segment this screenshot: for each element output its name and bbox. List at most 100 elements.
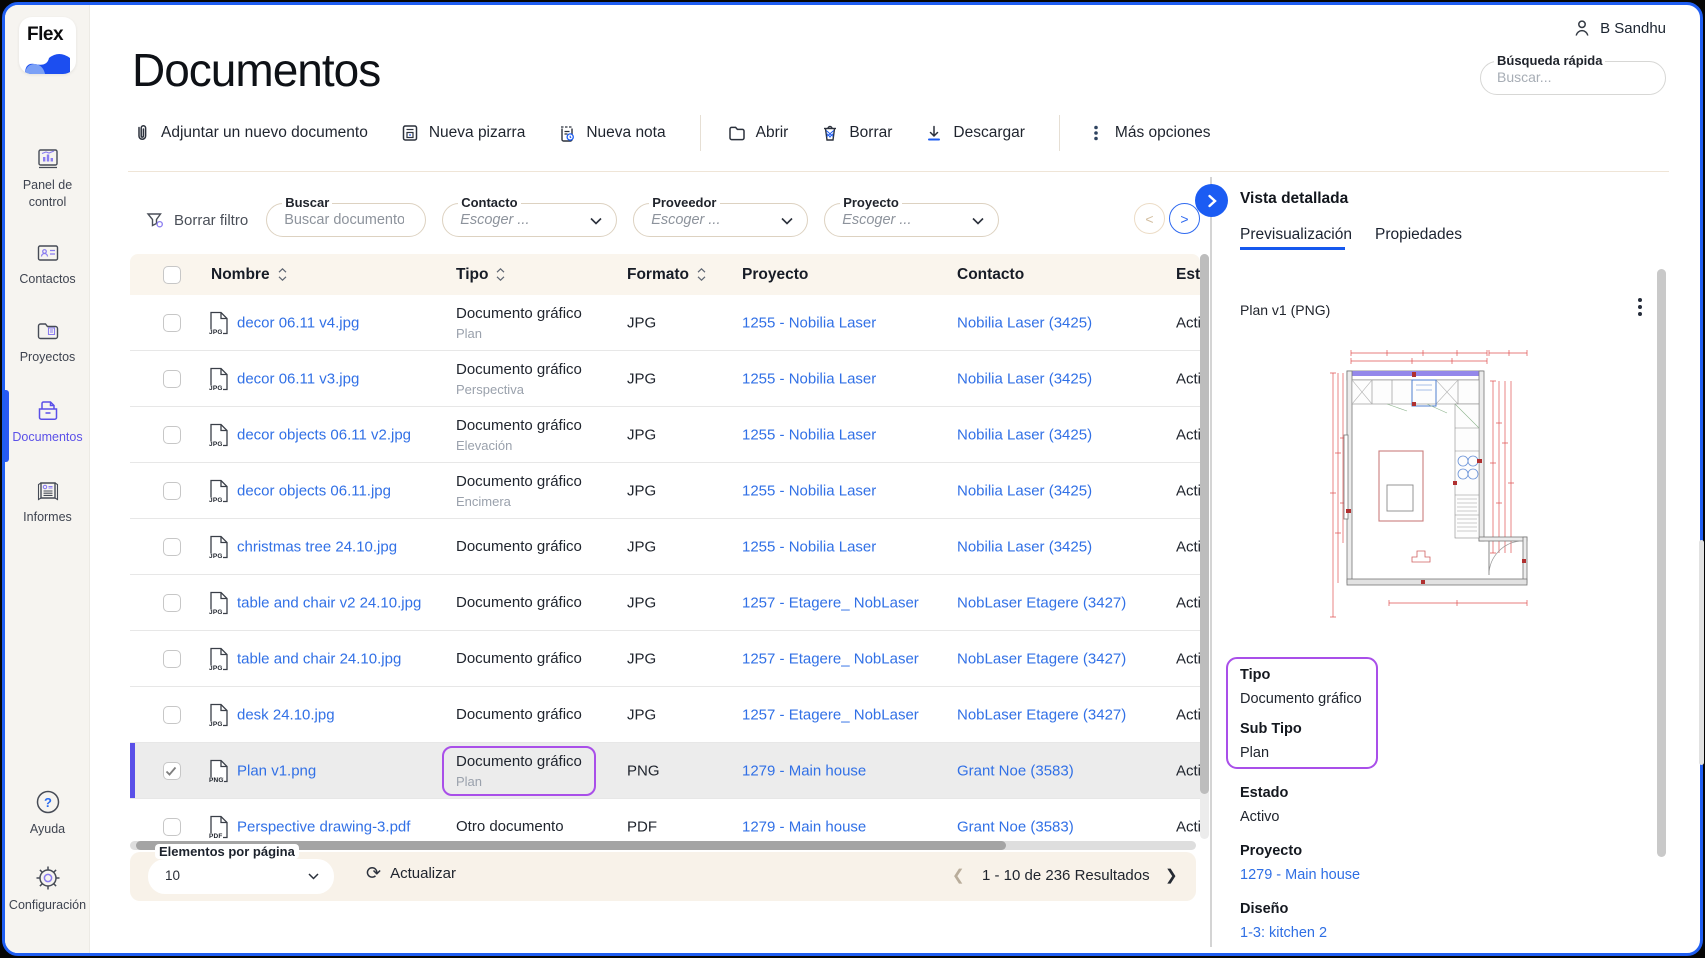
clear-filter-button[interactable]: Borrar filtro bbox=[145, 210, 248, 230]
attach-document-button[interactable]: Adjuntar un nuevo documento bbox=[132, 123, 368, 143]
table-row[interactable]: JPG decor 06.11 v3.jpg Documento gráfico… bbox=[130, 351, 1200, 407]
column-header-tipo[interactable]: Tipo bbox=[456, 266, 506, 284]
project-link[interactable]: 1279 - Main house bbox=[742, 762, 866, 779]
user-menu[interactable]: B Sandhu bbox=[1572, 18, 1666, 38]
table-row[interactable]: PNG Plan v1.png Documento gráfico Plan P… bbox=[130, 743, 1200, 799]
project-link[interactable]: 1279 - Main house bbox=[1240, 867, 1360, 883]
sidebar-item-configuracion[interactable]: Configuración bbox=[5, 863, 90, 914]
new-note-button[interactable]: Nueva nota bbox=[557, 123, 666, 143]
project-link[interactable]: 1255 - Nobilia Laser bbox=[742, 370, 876, 387]
sidebar-item-contactos[interactable]: Contactos bbox=[5, 239, 90, 288]
browser-vertical-scrollbar[interactable] bbox=[1699, 540, 1704, 765]
contact-link[interactable]: Nobilia Laser (3425) bbox=[957, 482, 1092, 499]
filters-scroll-next-button[interactable]: > bbox=[1169, 203, 1200, 234]
document-name-link[interactable]: desk 24.10.jpg bbox=[237, 706, 335, 723]
sidebar-item-documentos[interactable]: Documentos bbox=[5, 397, 90, 446]
contact-link[interactable]: NobLaser Etagere (3427) bbox=[957, 594, 1126, 611]
filter-proyecto-select[interactable]: Proyecto Escoger ... bbox=[824, 195, 1000, 237]
panel-scrollbar[interactable] bbox=[1657, 269, 1666, 857]
select-all-checkbox[interactable] bbox=[163, 265, 181, 284]
document-format: JPG bbox=[627, 426, 657, 443]
page-next-button[interactable]: ❯ bbox=[1165, 866, 1178, 884]
tab-propiedades[interactable]: Propiedades bbox=[1375, 226, 1462, 244]
contact-link[interactable]: Grant Noe (3583) bbox=[957, 762, 1074, 779]
detail-field-diseno: Diseño 1-3: kitchen 2 bbox=[1240, 901, 1328, 941]
design-link[interactable]: 1-3: kitchen 2 bbox=[1240, 925, 1327, 941]
contact-link[interactable]: NobLaser Etagere (3427) bbox=[957, 650, 1126, 667]
contact-link[interactable]: Grant Noe (3583) bbox=[957, 818, 1074, 835]
filters-scroll-prev-button[interactable]: < bbox=[1134, 203, 1165, 234]
table-row[interactable]: JPG desk 24.10.jpg Documento gráfico JPG… bbox=[130, 687, 1200, 743]
project-link[interactable]: 1255 - Nobilia Laser bbox=[742, 538, 876, 555]
row-checkbox[interactable] bbox=[163, 705, 181, 724]
contact-link[interactable]: Nobilia Laser (3425) bbox=[957, 426, 1092, 443]
table-row[interactable]: JPG decor objects 06.11 v2.jpg Documento… bbox=[130, 407, 1200, 463]
document-name-link[interactable]: christmas tree 24.10.jpg bbox=[237, 538, 397, 555]
table-row[interactable]: JPG decor 06.11 v4.jpg Documento gráfico… bbox=[130, 295, 1200, 351]
floor-plan-preview[interactable] bbox=[1327, 343, 1535, 635]
scrollbar-thumb[interactable] bbox=[1200, 254, 1209, 794]
table-row[interactable]: JPG decor objects 06.11.jpg Documento gr… bbox=[130, 463, 1200, 519]
table-row[interactable]: JPG table and chair v2 24.10.jpg Documen… bbox=[130, 575, 1200, 631]
document-name-link[interactable]: decor 06.11 v4.jpg bbox=[237, 314, 359, 331]
preview-options-kebab-icon[interactable] bbox=[1630, 295, 1650, 319]
table-vertical-scrollbar[interactable] bbox=[1200, 254, 1209, 839]
open-button[interactable]: Abrir bbox=[727, 123, 788, 143]
quick-search-input[interactable] bbox=[1497, 69, 1647, 85]
row-checkbox[interactable] bbox=[163, 313, 181, 332]
table-row[interactable]: JPG christmas tree 24.10.jpg Documento g… bbox=[130, 519, 1200, 575]
sidebar-item-panel-de-control[interactable]: Panel de control bbox=[5, 145, 90, 211]
project-link[interactable]: 1255 - Nobilia Laser bbox=[742, 314, 876, 331]
document-name-link[interactable]: table and chair 24.10.jpg bbox=[237, 650, 401, 667]
contact-link[interactable]: NobLaser Etagere (3427) bbox=[957, 706, 1126, 723]
filter-label: Buscar bbox=[282, 195, 333, 210]
row-checkbox[interactable] bbox=[163, 761, 181, 780]
document-name-link[interactable]: Plan v1.png bbox=[237, 762, 316, 779]
document-name-link[interactable]: decor objects 06.11 v2.jpg bbox=[237, 426, 411, 443]
sidebar-item-proyectos[interactable]: Proyectos bbox=[5, 317, 90, 366]
row-checkbox[interactable] bbox=[163, 593, 181, 612]
sidebar-item-informes[interactable]: Informes bbox=[5, 477, 90, 526]
filter-proveedor-select[interactable]: Proveedor Escoger ... bbox=[633, 195, 809, 237]
row-checkbox[interactable] bbox=[163, 369, 181, 388]
document-name-link[interactable]: decor 06.11 v3.jpg bbox=[237, 370, 359, 387]
refresh-button[interactable]: ⟳ Actualizar bbox=[366, 864, 456, 882]
column-header-nombre[interactable]: Nombre bbox=[211, 266, 288, 284]
tab-previsualizacion[interactable]: Previsualización bbox=[1240, 226, 1352, 244]
new-whiteboard-button[interactable]: Nueva pizarra bbox=[400, 123, 525, 143]
download-button[interactable]: Descargar bbox=[924, 123, 1025, 143]
project-link[interactable]: 1257 - Etagere_ NobLaser bbox=[742, 594, 919, 611]
project-link[interactable]: 1279 - Main house bbox=[742, 818, 866, 835]
filter-contacto-select[interactable]: Contacto Escoger ... bbox=[442, 195, 618, 237]
row-checkbox[interactable] bbox=[163, 817, 181, 836]
row-checkbox[interactable] bbox=[163, 649, 181, 668]
document-name-link[interactable]: table and chair v2 24.10.jpg bbox=[237, 594, 421, 611]
table-row[interactable]: JPG table and chair 24.10.jpg Documento … bbox=[130, 631, 1200, 687]
contact-link[interactable]: Nobilia Laser (3425) bbox=[957, 370, 1092, 387]
more-options-button[interactable]: Más opciones bbox=[1086, 123, 1211, 143]
row-checkbox[interactable] bbox=[163, 481, 181, 500]
column-header-proyecto[interactable]: Proyecto bbox=[742, 266, 808, 284]
per-page-select[interactable]: 10 bbox=[148, 859, 334, 894]
panel-collapse-button[interactable] bbox=[1195, 184, 1228, 217]
contact-link[interactable]: Nobilia Laser (3425) bbox=[957, 314, 1092, 331]
document-name-link[interactable]: Perspective drawing-3.pdf bbox=[237, 818, 410, 835]
sidebar-item-ayuda[interactable]: ? Ayuda bbox=[5, 787, 90, 838]
column-header-estado[interactable]: Estado bbox=[1176, 266, 1200, 284]
project-link[interactable]: 1255 - Nobilia Laser bbox=[742, 426, 876, 443]
page-prev-button[interactable]: ❮ bbox=[952, 866, 965, 884]
project-link[interactable]: 1255 - Nobilia Laser bbox=[742, 482, 876, 499]
sidebar-item-label: Informes bbox=[23, 510, 72, 524]
document-name-link[interactable]: decor objects 06.11.jpg bbox=[237, 482, 391, 499]
column-header-formato[interactable]: Formato bbox=[627, 266, 707, 284]
app-logo[interactable]: Flex bbox=[19, 17, 76, 74]
delete-button[interactable]: Borrar bbox=[820, 123, 892, 143]
table-row[interactable]: PDF Perspective drawing-3.pdf Otro docum… bbox=[130, 799, 1200, 839]
project-link[interactable]: 1257 - Etagere_ NobLaser bbox=[742, 650, 919, 667]
column-header-contacto[interactable]: Contacto bbox=[957, 266, 1024, 284]
contact-link[interactable]: Nobilia Laser (3425) bbox=[957, 538, 1092, 555]
row-checkbox[interactable] bbox=[163, 425, 181, 444]
filter-search-input[interactable] bbox=[284, 212, 405, 228]
row-checkbox[interactable] bbox=[163, 537, 181, 556]
project-link[interactable]: 1257 - Etagere_ NobLaser bbox=[742, 706, 919, 723]
